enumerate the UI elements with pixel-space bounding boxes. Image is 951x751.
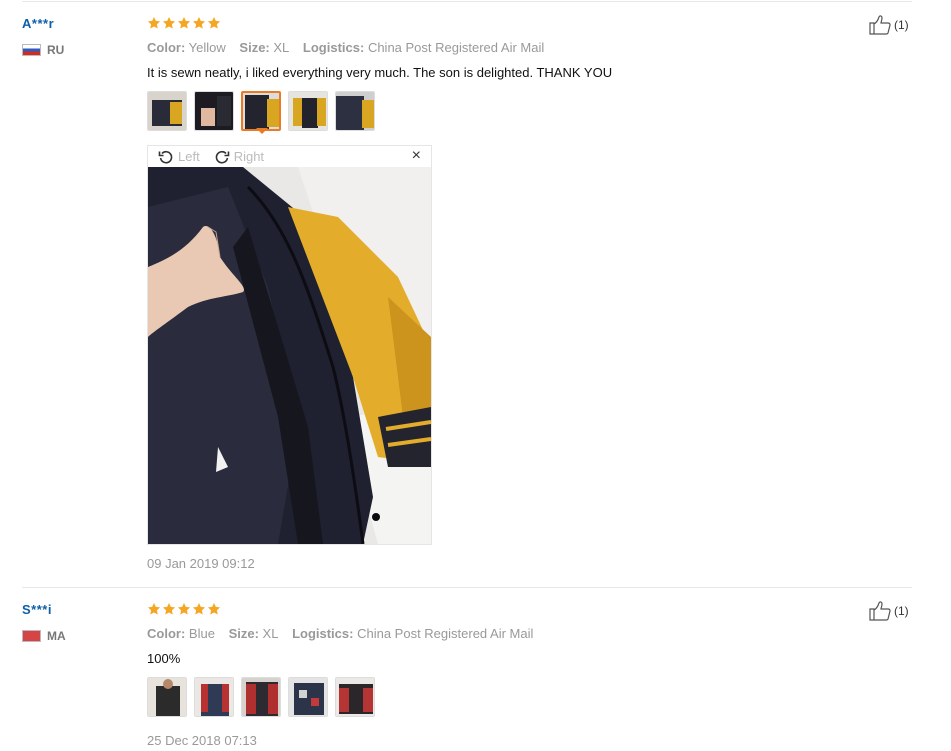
photo-thumbnail-active[interactable] (241, 91, 281, 131)
color-value: Blue (188, 626, 215, 641)
photo-thumbnail[interactable] (288, 677, 328, 717)
rotate-right-icon[interactable] (214, 149, 230, 165)
photo-thumbnail[interactable] (194, 677, 234, 717)
reviewer-name: A***r (22, 16, 55, 31)
size-label: Size: (239, 40, 270, 55)
color-value: Yellow (188, 40, 226, 55)
star-icon (177, 16, 191, 30)
photo-thumbnail[interactable] (288, 91, 328, 131)
color-label: Color: (147, 40, 186, 55)
star-rating (147, 602, 221, 616)
star-icon (147, 602, 161, 616)
star-icon (162, 16, 176, 30)
order-attributes: Color: Yellow Size: XL Logistics: China … (147, 40, 554, 55)
order-attributes: Color: Blue Size: XL Logistics: China Po… (147, 626, 543, 641)
close-icon[interactable]: × (412, 148, 421, 164)
rotate-left-label: Left (178, 149, 200, 164)
star-icon (192, 602, 206, 616)
logistics-value: China Post Registered Air Mail (367, 40, 545, 55)
star-icon (177, 602, 191, 616)
logistics-label: Logistics: (292, 626, 354, 641)
photo-thumbnail[interactable] (147, 91, 187, 131)
logistics-label: Logistics: (302, 40, 365, 55)
review-text: It is sewn neatly, i liked everything ve… (147, 65, 613, 80)
star-icon (162, 602, 176, 616)
reviewer-country: MA (47, 629, 66, 643)
photo-thumbnail[interactable] (335, 91, 375, 131)
photo-thumbnail[interactable] (335, 677, 375, 717)
star-icon (192, 16, 206, 30)
top-divider (22, 1, 912, 2)
photo-thumbnail[interactable] (194, 91, 234, 131)
flag-ma-icon (22, 630, 41, 642)
star-icon (207, 602, 221, 616)
review-date: 25 Dec 2018 07:13 (147, 733, 257, 748)
size-value: XL (273, 40, 290, 55)
photo-viewer: Left Right × (147, 145, 432, 545)
viewer-toolbar: Left Right × (148, 146, 431, 167)
active-thumbnail-pointer (256, 128, 268, 134)
star-icon (147, 16, 161, 30)
helpful-button[interactable]: (1) (869, 15, 909, 35)
rotate-right-label: Right (233, 149, 265, 164)
color-label: Color: (147, 626, 186, 641)
rotate-left-button[interactable]: Left (158, 149, 200, 165)
flag-ru-icon (22, 44, 41, 56)
review-divider (22, 587, 912, 588)
thumbs-up-icon[interactable] (869, 601, 891, 621)
photo-thumbnails (147, 677, 375, 717)
reviewer-name: S***i (22, 602, 52, 617)
size-value: XL (262, 626, 279, 641)
photo-thumbnail[interactable] (241, 677, 281, 717)
logistics-value: China Post Registered Air Mail (357, 626, 534, 641)
helpful-button[interactable]: (1) (869, 601, 909, 621)
rotate-left-icon[interactable] (158, 149, 174, 165)
helpful-count: (1) (894, 604, 909, 618)
photo-thumbnail[interactable] (147, 677, 187, 717)
thumbs-up-icon[interactable] (869, 15, 891, 35)
photo-thumbnails (147, 91, 375, 131)
rotate-right-button[interactable]: Right (214, 149, 264, 165)
star-icon (207, 16, 221, 30)
review-photo (148, 167, 431, 544)
reviewer-country: RU (47, 43, 65, 57)
review-date: 09 Jan 2019 09:12 (147, 556, 255, 571)
review-text: 100% (147, 651, 181, 666)
helpful-count: (1) (894, 18, 909, 32)
star-rating (147, 16, 221, 30)
size-label: Size: (228, 626, 259, 641)
